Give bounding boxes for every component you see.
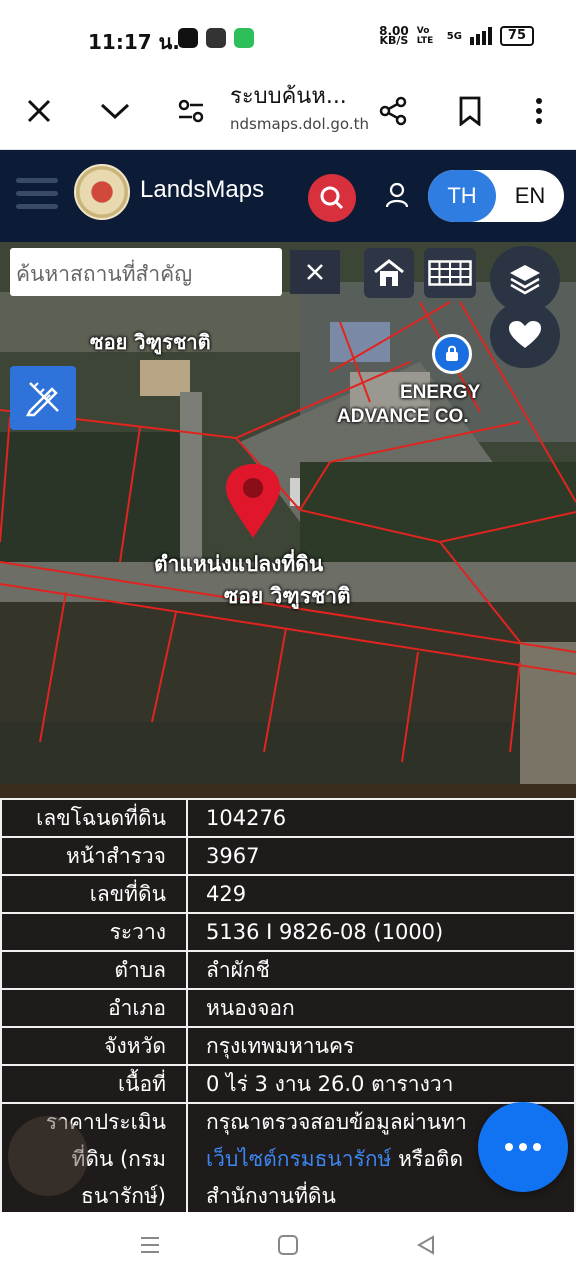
table-row: หน้าสำรวจ 3967 [0, 836, 576, 876]
more-actions-button[interactable] [478, 1102, 568, 1192]
browser-toolbar: ระบบค้นห... ndsmaps.dol.go.th [0, 76, 576, 150]
info-strip [0, 784, 576, 798]
row-value: 0 ไร่ 3 งาน 26.0 ตารางวา [186, 1064, 576, 1104]
table-row: เนื้อที่ 0 ไร่ 3 งาน 26.0 ตารางวา [0, 1064, 576, 1104]
5g-label: 5G [446, 30, 462, 42]
table-row: จังหวัด กรุงเทพมหานคร [0, 1026, 576, 1066]
table-row: ตำบล ลำผักชี [0, 950, 576, 990]
heart-icon [509, 321, 541, 348]
network-speed: 8.00 KB/S [379, 24, 409, 47]
back-nav-icon[interactable] [406, 1230, 446, 1260]
table-row: อำเภอ หนองจอก [0, 988, 576, 1028]
battery-icon: 75 [499, 26, 534, 46]
row-label: หน้าสำรวจ [0, 836, 188, 876]
app-header: LandsMaps TH EN [0, 150, 576, 242]
phone-app-icon [234, 28, 254, 48]
map-imagery [0, 242, 576, 784]
row-label: ระวาง [0, 912, 188, 952]
grid-icon [428, 260, 472, 286]
clear-search-button[interactable] [290, 250, 340, 294]
share-icon[interactable] [368, 86, 418, 136]
home-button[interactable] [364, 248, 414, 298]
table-row: ระวาง 5136 I 9826-08 (1000) [0, 912, 576, 952]
row-value: ลำผักชี [186, 950, 576, 990]
satellite-map[interactable]: ค้นหาสถานที่สำคัญ ซอย วิฑูรชาติ ENERGY A… [0, 242, 576, 784]
home-nav-icon[interactable] [268, 1230, 308, 1260]
tiktok-icon [178, 28, 198, 48]
location-pin-icon[interactable] [224, 462, 282, 540]
poi-marker-icon[interactable] [432, 334, 472, 374]
road-label: ซอย วิฑูรชาติ [90, 330, 211, 354]
row-value: 429 [186, 874, 576, 914]
row-value: กรุงเทพมหานคร [186, 1026, 576, 1066]
more-vert-icon[interactable] [514, 86, 564, 136]
menu-icon[interactable] [16, 178, 58, 212]
pencil-ruler-icon [25, 382, 59, 417]
lang-en-option[interactable]: EN [496, 170, 564, 222]
treasury-website-link[interactable]: เว็บไซต์กรมธนารักษ์ [206, 1147, 391, 1171]
site-settings-icon[interactable] [166, 86, 216, 136]
road-label-bottom: ซอย วิฑูรชาติ [224, 584, 351, 608]
brand-name: LandsMaps [140, 176, 265, 203]
bookmark-icon[interactable] [445, 86, 495, 136]
row-value: 104276 [186, 798, 576, 838]
more-horiz-icon [505, 1143, 513, 1151]
notification-icons [178, 28, 254, 48]
poi-label: ENERGY [400, 382, 481, 403]
parcel-position-label: ตำแหน่งแปลงที่ดิน [154, 552, 324, 576]
page-title: ระบบค้นห... [230, 84, 347, 109]
grid-button[interactable] [424, 248, 476, 298]
row-label: เลขโฉนดที่ดิน [0, 798, 188, 838]
row-label: ตำบล [0, 950, 188, 990]
table-row: เลขโฉนดที่ดิน 104276 [0, 798, 576, 838]
status-time: 11:17 น. [88, 30, 180, 54]
row-value: 5136 I 9826-08 (1000) [186, 912, 576, 952]
row-label: อำเภอ [0, 988, 188, 1028]
floating-ghost-button[interactable] [8, 1116, 88, 1196]
search-button[interactable] [308, 174, 356, 222]
place-search-input[interactable]: ค้นหาสถานที่สำคัญ [10, 248, 282, 296]
page-url: ndsmaps.dol.go.th [230, 115, 369, 133]
language-toggle[interactable]: TH EN [428, 170, 564, 222]
volte-label: Vo LTE [416, 26, 434, 46]
layers-icon [510, 265, 540, 295]
department-logo [74, 164, 130, 220]
signal-icon [469, 27, 492, 45]
close-icon[interactable] [14, 86, 64, 136]
poi-label-line2: ADVANCE CO. [337, 406, 469, 427]
row-label: จังหวัด [0, 1026, 188, 1066]
system-nav-bar [0, 1212, 576, 1280]
user-icon[interactable] [382, 180, 412, 210]
close-icon [307, 264, 323, 280]
table-row: เลขที่ดิน 429 [0, 874, 576, 914]
status-right: 8.00 KB/S Vo LTE 5G 75 [379, 24, 534, 47]
lang-th-option[interactable]: TH [428, 170, 496, 222]
row-label: เนื้อที่ [0, 1064, 188, 1104]
draw-tool-button[interactable] [10, 366, 76, 430]
app-grid-icon [206, 28, 226, 48]
search-icon [320, 186, 344, 210]
chevron-down-icon[interactable] [90, 86, 140, 136]
page-title-block[interactable]: ระบบค้นห... ndsmaps.dol.go.th [230, 78, 370, 133]
row-label: เลขที่ดิน [0, 874, 188, 914]
favorite-button[interactable] [490, 302, 560, 368]
row-value: หนองจอก [186, 988, 576, 1028]
status-bar: 11:17 น. 8.00 KB/S Vo LTE 5G 75 [0, 0, 576, 76]
row-value: 3967 [186, 836, 576, 876]
home-icon [374, 259, 404, 286]
recent-apps-icon[interactable] [130, 1230, 170, 1260]
